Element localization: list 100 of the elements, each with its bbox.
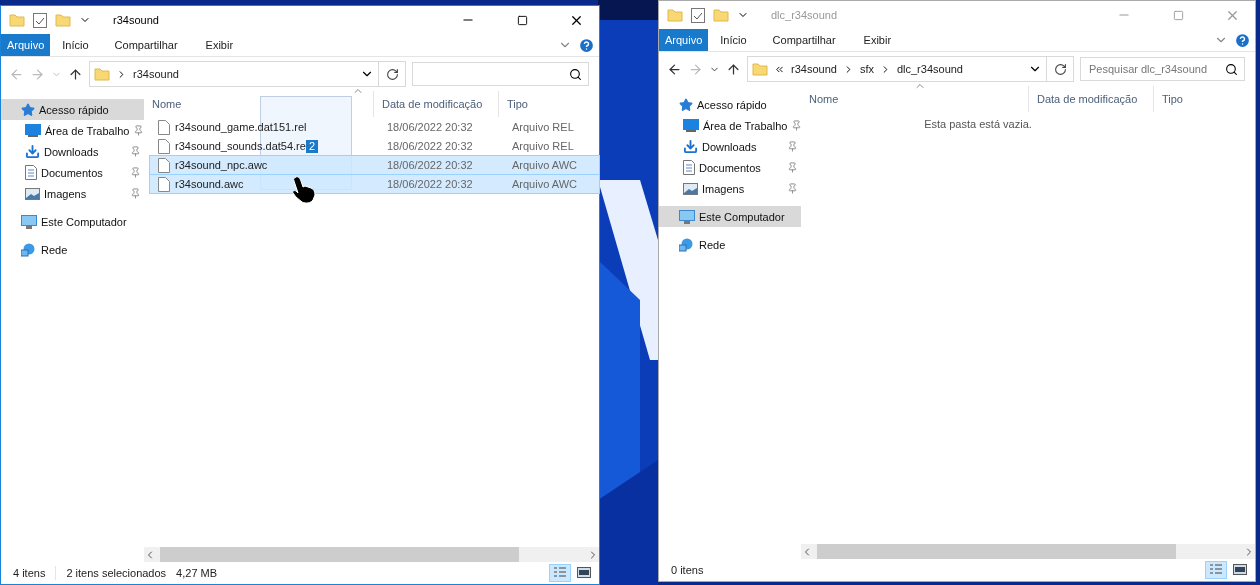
star-icon: [679, 97, 693, 112]
type-cell-text: Arquivo AWC: [511, 178, 578, 190]
help-icon[interactable]: [578, 36, 595, 54]
breadcrumb-item[interactable]: dlc_r34sound: [896, 63, 963, 75]
file-row[interactable]: r34sound_npc.awc 18/06/2022 20:32 Arquivo AWC: [150, 156, 599, 174]
breadcrumb-item[interactable]: sfx: [859, 63, 874, 75]
folder-icon: [667, 7, 683, 23]
search-icon: [1225, 62, 1238, 76]
search-field[interactable]: [412, 62, 589, 86]
file-name: r34sound_game.dat151.rel: [175, 121, 307, 133]
folder-icon: [752, 61, 768, 77]
file-row[interactable]: r34sound_sounds.dat54.re 2 18/06/2022 20:32 Arquivo REL: [150, 137, 599, 155]
download-icon: [683, 139, 698, 154]
checklist-icon[interactable]: [33, 12, 47, 28]
computer-icon: [679, 209, 695, 224]
desktop-icon: [25, 124, 41, 137]
sidebar-item[interactable]: Rede: [659, 234, 801, 255]
sidebar-item[interactable]: Documentos: [1, 162, 144, 183]
sidebar-item[interactable]: Acesso rápido: [1, 99, 144, 120]
pin-icon: [791, 120, 803, 131]
document-icon: [25, 165, 37, 180]
network-icon: [679, 237, 695, 252]
ribbon-tab[interactable]: Início: [708, 29, 759, 51]
file-icon: [158, 157, 170, 173]
folder-icon: [9, 12, 25, 28]
date-cell-text: 18/06/2022 20:32: [386, 140, 474, 152]
address-bar[interactable]: r34sound: [89, 61, 379, 87]
desktop-icon: [683, 119, 699, 132]
network-icon: [21, 242, 37, 257]
sidebar-item[interactable]: Este Computador: [1, 211, 144, 232]
details-view-button[interactable]: [549, 564, 571, 582]
ribbon-tab[interactable]: Compartilhar: [758, 29, 850, 51]
type-cell-text: Arquivo REL: [511, 121, 575, 133]
sidebar-item[interactable]: Downloads: [659, 136, 801, 157]
column-header[interactable]: Nome: [801, 86, 1028, 112]
maximize-icon[interactable]: [516, 14, 528, 26]
pin-icon: [133, 125, 145, 136]
ribbon-tab[interactable]: Arquivo: [1, 34, 51, 56]
pin-icon: [787, 183, 798, 194]
breadcrumb-item[interactable]: r34sound: [791, 63, 837, 75]
large-icons-view-icon[interactable]: [1233, 564, 1247, 576]
item-count: 0 itens: [671, 564, 704, 576]
sidebar-item[interactable]: Área de Trabalho: [659, 115, 801, 136]
refresh-icon: [385, 67, 399, 81]
folder-icon: [713, 7, 729, 23]
window-title: dlc_r34sound: [771, 9, 839, 21]
column-header[interactable]: Data de modificação: [373, 91, 498, 117]
sidebar-item[interactable]: Área de Trabalho: [1, 120, 144, 141]
up-icon[interactable]: [726, 61, 741, 77]
details-view-icon: [553, 567, 567, 579]
file-icon: [158, 176, 170, 192]
up-icon[interactable]: [68, 66, 83, 82]
ribbon-tab[interactable]: Início: [50, 34, 101, 56]
file-icon: [158, 119, 170, 135]
sidebar-item[interactable]: Rede: [1, 239, 144, 260]
column-header[interactable]: Data de modificação: [1028, 86, 1153, 112]
large-icons-view-icon[interactable]: [577, 567, 591, 579]
ribbon-tab[interactable]: Compartilhar: [100, 34, 192, 56]
file-name: r34sound_npc.awc: [175, 159, 268, 171]
forward-icon[interactable]: [688, 61, 703, 77]
ribbon-tab[interactable]: Exibir: [191, 34, 248, 56]
refresh-icon: [1053, 62, 1067, 76]
horizontal-scrollbar[interactable]: [144, 547, 599, 562]
sidebar-item[interactable]: Este Computador: [659, 206, 801, 227]
date-cell-text: 18/06/2022 20:32: [386, 159, 474, 171]
star-icon: [21, 102, 35, 117]
refresh-button[interactable]: [1046, 56, 1074, 82]
refresh-button[interactable]: [378, 61, 406, 87]
sidebar-item[interactable]: Imagens: [659, 178, 801, 199]
sidebar-item[interactable]: Acesso rápido: [659, 94, 801, 115]
column-header[interactable]: Tipo: [498, 91, 599, 117]
date-cell-text: 18/06/2022 20:32: [386, 178, 474, 190]
search-icon: [569, 67, 582, 81]
type-cell-text: Arquivo AWC: [511, 159, 578, 171]
document-icon: [683, 160, 695, 175]
file-row[interactable]: r34sound.awc 18/06/2022 20:32 Arquivo AWC: [150, 175, 599, 193]
folder-icon: [55, 12, 71, 28]
forward-icon[interactable]: [30, 66, 45, 82]
file-row[interactable]: r34sound_game.dat151.rel 18/06/2022 20:32 Arquivo REL: [150, 118, 599, 136]
horizontal-scrollbar[interactable]: [801, 544, 1255, 559]
ribbon-tab[interactable]: Exibir: [849, 29, 906, 51]
checklist-icon[interactable]: [691, 7, 705, 23]
image-icon: [25, 187, 40, 200]
file-name: r34sound_sounds.dat54.re: [175, 140, 306, 152]
details-view-button[interactable]: [1205, 561, 1227, 579]
column-header[interactable]: Nome: [144, 91, 373, 117]
help-icon[interactable]: [1234, 31, 1251, 49]
back-icon[interactable]: [667, 61, 682, 77]
address-bar[interactable]: r34sound sfx dlc_r34sound: [747, 56, 1047, 82]
sidebar-item[interactable]: Downloads: [1, 141, 144, 162]
column-header[interactable]: Tipo: [1153, 86, 1255, 112]
details-view-icon: [1209, 564, 1223, 576]
breadcrumb-item[interactable]: r34sound: [133, 68, 179, 80]
type-cell-text: Arquivo REL: [511, 140, 575, 152]
search-field[interactable]: Pesquisar dlc_r34sound: [1080, 57, 1245, 81]
ribbon-tab[interactable]: Arquivo: [659, 29, 709, 51]
pin-icon: [130, 188, 141, 199]
sidebar-item[interactable]: Documentos: [659, 157, 801, 178]
sidebar-item[interactable]: Imagens: [1, 183, 144, 204]
pin-icon: [787, 162, 798, 173]
